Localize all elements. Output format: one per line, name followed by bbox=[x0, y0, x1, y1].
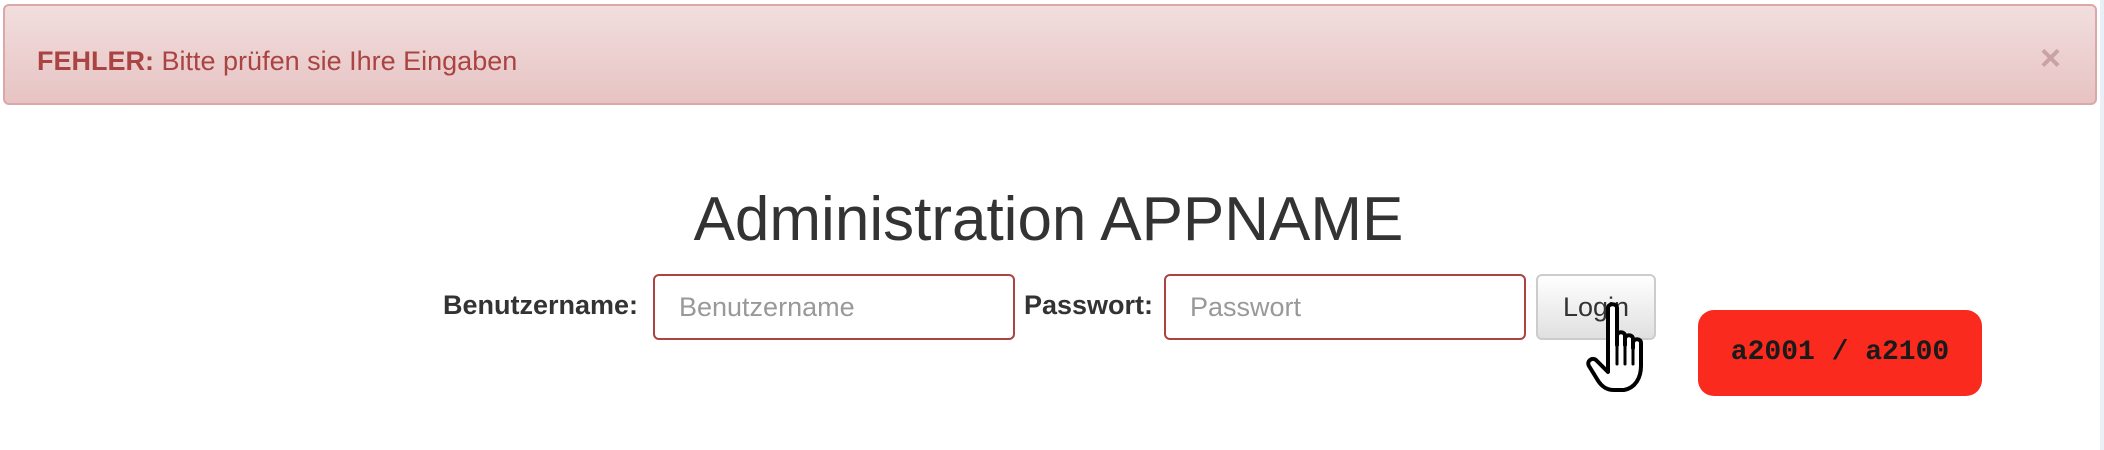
alert-label: FEHLER: bbox=[37, 46, 154, 76]
password-input[interactable] bbox=[1164, 274, 1526, 340]
alert-text: FEHLER: Bitte prüfen sie Ihre Eingaben bbox=[37, 44, 517, 78]
username-label: Benutzername: bbox=[443, 290, 639, 320]
password-label: Passwort: bbox=[1024, 290, 1154, 320]
page-title: Administration APPNAME bbox=[693, 185, 1404, 254]
alert-message: Bitte prüfen sie Ihre Eingaben bbox=[161, 46, 518, 76]
username-input[interactable] bbox=[653, 274, 1015, 340]
right-edge-strip bbox=[2100, 0, 2104, 450]
annotation-badge: a2001 / a2100 bbox=[1698, 310, 1982, 396]
error-alert: FEHLER: Bitte prüfen sie Ihre Eingaben × bbox=[3, 4, 2097, 105]
hand-pointer-icon bbox=[1586, 302, 1643, 392]
close-icon[interactable]: × bbox=[2040, 38, 2061, 78]
